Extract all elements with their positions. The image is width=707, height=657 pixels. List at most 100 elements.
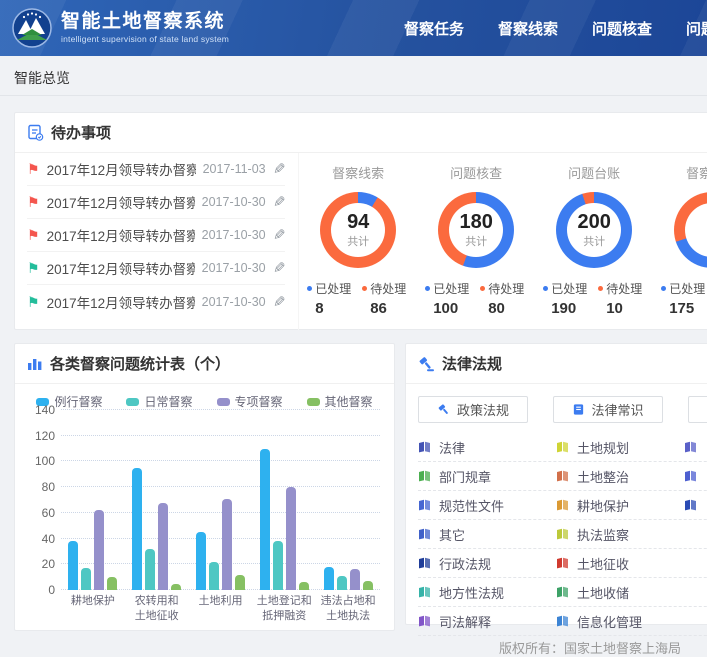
law-row: 地方性法规土地收储 xyxy=(418,578,707,607)
law-item[interactable] xyxy=(684,470,705,482)
bar-例行督察[interactable] xyxy=(260,449,270,590)
bar-例行督察[interactable] xyxy=(196,532,206,590)
law-button-2[interactable]: 法律常识 xyxy=(553,396,663,423)
gavel-icon xyxy=(437,403,451,417)
bar-其他督察[interactable] xyxy=(299,582,309,590)
law-item[interactable]: 土地整治 xyxy=(556,467,684,486)
kpi-total-value: 200 xyxy=(578,212,611,233)
law-item-label: 法律 xyxy=(439,438,465,457)
book-icon xyxy=(684,470,697,482)
law-item[interactable]: 信息化管理 xyxy=(556,612,684,631)
kpi-legend: 已处理100待处理80 xyxy=(417,280,535,317)
bar-其他督察[interactable] xyxy=(107,577,117,590)
book-icon xyxy=(572,403,585,416)
law-row: 部门规章土地整治 xyxy=(418,462,707,491)
bar-group xyxy=(68,510,117,590)
kpi-legend: 已处理190待处理10 xyxy=(535,280,653,317)
book-icon xyxy=(556,528,569,540)
legend-dot xyxy=(598,286,603,291)
law-button-3[interactable] xyxy=(688,396,707,423)
law-item-label: 司法解释 xyxy=(439,612,491,631)
kpi-pending-value: 10 xyxy=(598,300,653,317)
nav-item-2[interactable]: 督察线索 xyxy=(498,18,558,39)
kpi-donut-center: 200共计 xyxy=(556,192,632,268)
bar-日常督察[interactable] xyxy=(273,541,283,590)
bar-其他督察[interactable] xyxy=(363,581,373,590)
kpi-total-label: 共计 xyxy=(583,233,605,249)
law-item[interactable]: 其它 xyxy=(418,525,556,544)
law-button-label: 政策法规 xyxy=(457,400,509,419)
bar-专项督察[interactable] xyxy=(158,503,168,590)
book-icon xyxy=(684,499,697,511)
edit-icon[interactable]: ✎ xyxy=(273,226,286,244)
law-button-1[interactable]: 政策法规 xyxy=(418,396,528,423)
law-item[interactable]: 土地收储 xyxy=(556,583,684,602)
todo-item-title: 2017年12月领导转办督察线索 xyxy=(47,192,195,212)
legend-item[interactable]: 日常督察 xyxy=(126,393,192,410)
chart-x-axis-labels: 耕地保护农转用和 土地征收土地利用土地登记和 抵押融资违法占地和 土地执法 xyxy=(61,594,380,624)
todo-row: ⚑2017年12月领导转办督察线索2017-10-30✎ xyxy=(27,219,285,252)
bar-group xyxy=(260,449,309,590)
bar-日常督察[interactable] xyxy=(145,549,155,590)
main-nav: 督察任务 督察线索 问题核查 问题台账 xyxy=(404,0,707,56)
bar-专项督察[interactable] xyxy=(286,487,296,590)
edit-icon[interactable]: ✎ xyxy=(273,160,286,178)
law-item[interactable]: 土地征收 xyxy=(556,554,684,573)
todo-panel-title: 待办事项 xyxy=(51,122,111,143)
bar-专项督察[interactable] xyxy=(222,499,232,590)
kpi-pending-value: 80 xyxy=(480,300,535,317)
kpi-pending: 待处理86 xyxy=(362,280,417,317)
legend-swatch xyxy=(126,398,139,406)
law-item[interactable]: 规范性文件 xyxy=(418,496,556,515)
law-item[interactable]: 土地规划 xyxy=(556,438,684,457)
bar-例行督察[interactable] xyxy=(132,468,142,590)
todo-item-title: 2017年12月领导转办督察线索 xyxy=(47,258,195,278)
bar-其他督察[interactable] xyxy=(235,575,245,590)
legend-item[interactable]: 其他督察 xyxy=(307,393,373,410)
edit-icon[interactable]: ✎ xyxy=(273,259,286,277)
todo-row: ⚑2017年12月领导转办督察线索2017-10-30✎ xyxy=(27,285,285,318)
bar-group xyxy=(196,499,245,590)
bar-日常督察[interactable] xyxy=(337,576,347,590)
law-item[interactable]: 行政法规 xyxy=(418,554,556,573)
book-icon xyxy=(684,441,697,453)
law-item[interactable]: 耕地保护 xyxy=(556,496,684,515)
nav-item-1[interactable]: 督察任务 xyxy=(404,18,464,39)
law-item[interactable]: 地方性法规 xyxy=(418,583,556,602)
law-item[interactable]: 司法解释 xyxy=(418,612,556,631)
law-item-label: 其它 xyxy=(439,525,465,544)
bar-专项督察[interactable] xyxy=(94,510,104,590)
bar-例行督察[interactable] xyxy=(324,567,334,590)
law-item[interactable]: 执法监察 xyxy=(556,525,684,544)
legend-item[interactable]: 专项督察 xyxy=(217,393,283,410)
kpi-block: 问题核查180共计已处理100待处理80 xyxy=(417,163,535,330)
bar-日常督察[interactable] xyxy=(209,562,219,590)
flag-icon: ⚑ xyxy=(27,295,40,309)
bar-其他督察[interactable] xyxy=(171,584,181,590)
legend-label: 例行督察 xyxy=(54,393,102,410)
x-axis-label: 耕地保护 xyxy=(61,594,125,624)
book-icon xyxy=(418,470,431,482)
law-item[interactable] xyxy=(684,441,705,453)
law-row: 规范性文件耕地保护 xyxy=(418,491,707,520)
nav-item-4[interactable]: 问题台账 xyxy=(686,18,707,39)
law-item[interactable] xyxy=(684,499,705,511)
y-axis-tick: 100 xyxy=(25,454,55,468)
nav-item-3[interactable]: 问题核查 xyxy=(592,18,652,39)
bar-专项督察[interactable] xyxy=(350,569,360,590)
bar-例行督察[interactable] xyxy=(68,541,78,590)
kpi-donut-center xyxy=(674,192,707,268)
kpi-donut-center: 180共计 xyxy=(438,192,514,268)
kpi-processed-label: 已处理 xyxy=(543,280,598,297)
kpi-processed: 已处理190 xyxy=(543,280,598,317)
law-item[interactable]: 法律 xyxy=(418,438,556,457)
bar-日常督察[interactable] xyxy=(81,568,91,590)
todo-item-title: 2017年12月领导转办督察线索 xyxy=(47,159,196,179)
y-axis-tick: 120 xyxy=(25,429,55,443)
book-icon xyxy=(556,470,569,482)
edit-icon[interactable]: ✎ xyxy=(273,193,286,211)
edit-icon[interactable]: ✎ xyxy=(273,293,286,311)
law-item[interactable]: 部门规章 xyxy=(418,467,556,486)
book-icon xyxy=(556,557,569,569)
app-subtitle: intelligent supervision of state land sy… xyxy=(61,34,229,44)
